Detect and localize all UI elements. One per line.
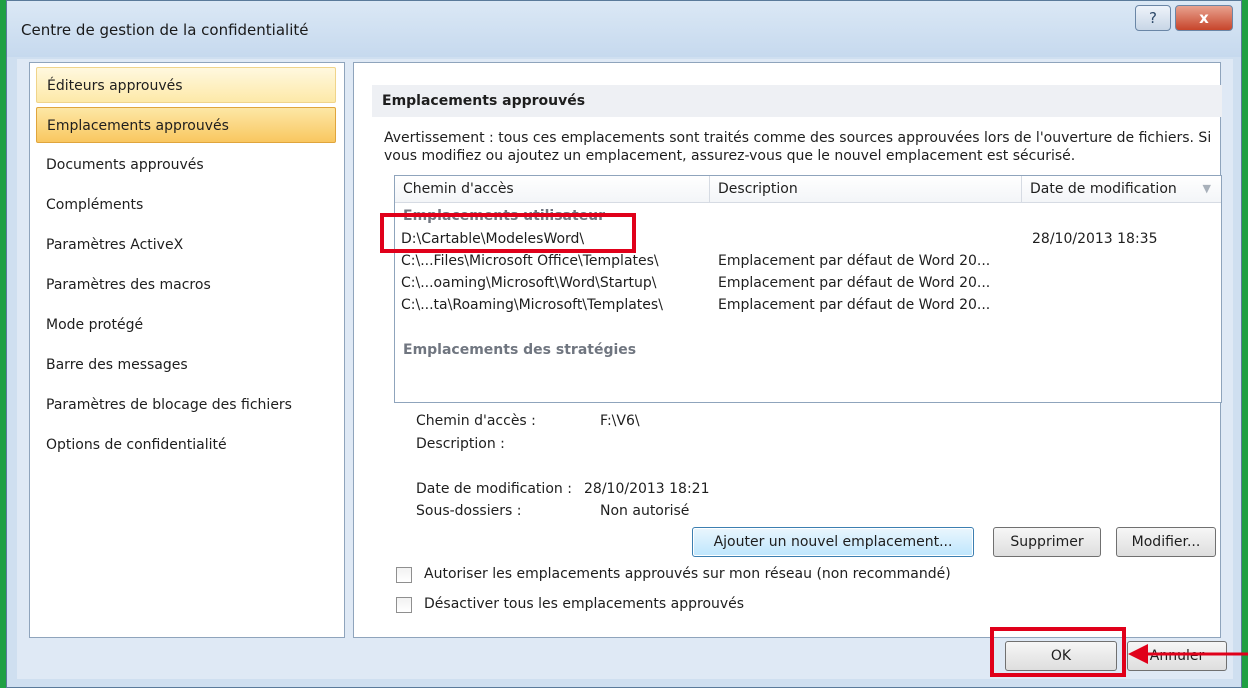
- allow-network-label[interactable]: Autoriser les emplacements approuvés sur…: [424, 566, 951, 582]
- disable-all-checkbox[interactable]: [396, 597, 412, 613]
- list-item[interactable]: C:\...oaming\Microsoft\Word\Startup\ Emp…: [395, 272, 1221, 294]
- modify-button[interactable]: Modifier...: [1116, 527, 1216, 557]
- trusted-locations-list[interactable]: Chemin d'accès Description Date de modif…: [394, 175, 1222, 403]
- section-title: Emplacements approuvés: [372, 85, 1222, 117]
- help-button[interactable]: ?: [1135, 5, 1171, 31]
- detail-subfolders-value: Non autorisé: [600, 503, 690, 519]
- highlight-box-ok: [990, 627, 1126, 677]
- row-path: C:\...Files\Microsoft Office\Templates\: [401, 253, 659, 269]
- list-item[interactable]: C:\...Files\Microsoft Office\Templates\ …: [395, 250, 1221, 272]
- row-path: C:\...oaming\Microsoft\Word\Startup\: [401, 275, 657, 291]
- row-path: C:\...ta\Roaming\Microsoft\Templates\: [401, 297, 663, 313]
- group-policy-locations: Emplacements des stratégies: [403, 342, 637, 358]
- sort-down-icon: ▼: [1202, 182, 1211, 195]
- sidebar-item-trusted-publishers[interactable]: Éditeurs approuvés: [36, 67, 336, 103]
- sidebar-item-activex[interactable]: Paramètres ActiveX: [36, 227, 336, 263]
- delete-button[interactable]: Supprimer: [993, 527, 1101, 557]
- sidebar-item-protected-view[interactable]: Mode protégé: [36, 307, 336, 343]
- sidebar-item-file-block[interactable]: Paramètres de blocage des fichiers: [36, 387, 336, 423]
- warning-text: Avertissement : tous ces emplacements so…: [384, 130, 1212, 164]
- highlight-box-path: [380, 213, 636, 253]
- trust-center-dialog: Centre de gestion de la confidentialité …: [6, 0, 1242, 688]
- sidebar: Éditeurs approuvés Emplacements approuvé…: [29, 62, 345, 638]
- add-location-button[interactable]: Ajouter un nouvel emplacement...: [692, 527, 974, 557]
- dialog-content: Éditeurs approuvés Emplacements approuvé…: [17, 59, 1233, 679]
- sidebar-item-macros[interactable]: Paramètres des macros: [36, 267, 336, 303]
- sidebar-item-trusted-locations[interactable]: Emplacements approuvés: [36, 107, 336, 143]
- detail-subfolders-label: Sous-dossiers :: [416, 503, 522, 519]
- column-description-label: Description: [718, 181, 798, 197]
- sidebar-item-add-ins[interactable]: Compléments: [36, 187, 336, 223]
- close-button[interactable]: x: [1175, 5, 1233, 31]
- column-path-label: Chemin d'accès: [403, 181, 514, 197]
- detail-date-label: Date de modification :: [416, 481, 572, 497]
- disable-all-label[interactable]: Désactiver tous les emplacements approuv…: [424, 596, 744, 612]
- sidebar-item-privacy-options[interactable]: Options de confidentialité: [36, 427, 336, 463]
- detail-description-label: Description :: [416, 436, 505, 452]
- row-date: 28/10/2013 18:35: [1032, 231, 1158, 247]
- arrow-icon: [1128, 644, 1248, 664]
- title-bar: Centre de gestion de la confidentialité …: [7, 1, 1241, 57]
- column-header-date[interactable]: Date de modification ▼: [1022, 176, 1221, 202]
- window-title: Centre de gestion de la confidentialité: [21, 21, 309, 39]
- detail-path-value: F:\V6\: [600, 413, 640, 429]
- detail-path-label: Chemin d'accès :: [416, 413, 536, 429]
- main-panel: Emplacements approuvés Avertissement : t…: [353, 62, 1222, 638]
- detail-date-value: 28/10/2013 18:21: [584, 481, 710, 497]
- sidebar-item-message-bar[interactable]: Barre des messages: [36, 347, 336, 383]
- list-item[interactable]: C:\...ta\Roaming\Microsoft\Templates\ Em…: [395, 294, 1221, 316]
- row-description: Emplacement par défaut de Word 20...: [718, 253, 991, 269]
- row-description: Emplacement par défaut de Word 20...: [718, 275, 991, 291]
- row-description: Emplacement par défaut de Word 20...: [718, 297, 991, 313]
- column-date-label: Date de modification: [1030, 181, 1177, 197]
- sidebar-item-trusted-documents[interactable]: Documents approuvés: [36, 147, 336, 183]
- allow-network-checkbox[interactable]: [396, 567, 412, 583]
- column-header-path[interactable]: Chemin d'accès: [395, 176, 710, 202]
- column-header-description[interactable]: Description: [710, 176, 1022, 202]
- list-header: Chemin d'accès Description Date de modif…: [395, 176, 1221, 203]
